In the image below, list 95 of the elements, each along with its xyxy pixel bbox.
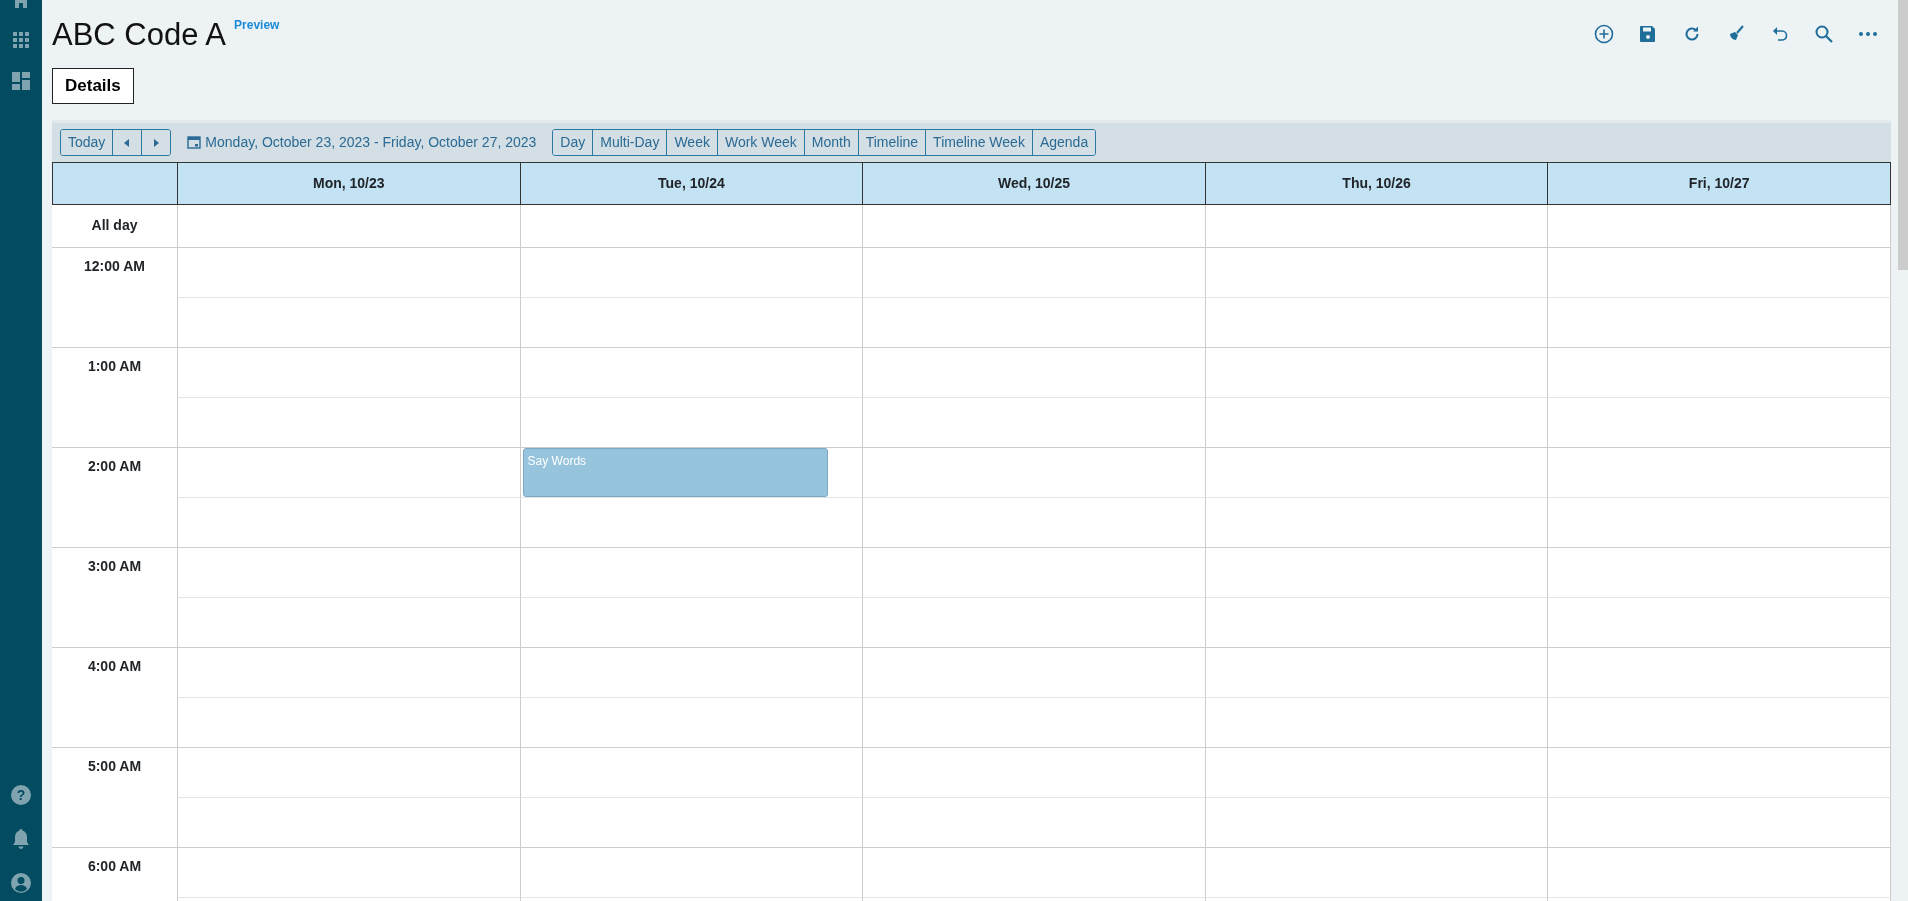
time-slot[interactable]	[520, 697, 864, 748]
time-slot[interactable]	[863, 847, 1206, 898]
time-slot[interactable]	[1205, 647, 1549, 698]
user-avatar-icon[interactable]	[11, 873, 31, 893]
time-slot[interactable]	[1205, 547, 1549, 598]
time-slot[interactable]	[178, 547, 521, 598]
time-slot[interactable]	[1548, 297, 1891, 348]
time-slot[interactable]	[178, 697, 521, 748]
time-slot[interactable]	[178, 497, 521, 548]
time-slot[interactable]	[178, 447, 521, 498]
time-slot[interactable]	[520, 747, 864, 798]
day-header: Fri, 10/27	[1548, 161, 1891, 205]
time-slot[interactable]	[1205, 397, 1549, 448]
help-icon[interactable]: ?	[11, 785, 31, 805]
time-slot[interactable]	[1205, 497, 1549, 548]
time-slot[interactable]	[520, 847, 864, 898]
time-slot[interactable]	[520, 547, 864, 598]
time-label: 4:00 AM	[52, 647, 178, 748]
scrollbar[interactable]	[1898, 0, 1908, 270]
time-slot[interactable]	[863, 447, 1206, 498]
time-label: 2:00 AM	[52, 447, 178, 548]
time-slot[interactable]	[178, 797, 521, 848]
time-slot[interactable]	[1548, 647, 1891, 698]
time-slot[interactable]	[520, 597, 864, 648]
day-header: Wed, 10/25	[863, 161, 1206, 205]
search-icon[interactable]	[1814, 24, 1834, 44]
time-slot[interactable]	[1548, 797, 1891, 848]
day-header: Tue, 10/24	[520, 161, 864, 205]
time-slot[interactable]	[1548, 397, 1891, 448]
time-slot[interactable]	[178, 397, 521, 448]
time-slot[interactable]	[520, 647, 864, 698]
time-slot[interactable]	[178, 297, 521, 348]
details-tab[interactable]: Details	[52, 68, 134, 104]
view-button[interactable]: Day	[553, 129, 594, 155]
all-day-slot[interactable]	[178, 204, 521, 248]
add-icon[interactable]	[1594, 24, 1614, 44]
time-slot[interactable]	[1205, 797, 1549, 848]
time-slot[interactable]	[1548, 447, 1891, 498]
time-slot[interactable]	[863, 697, 1206, 748]
day-header: Mon, 10/23	[178, 161, 521, 205]
apps-grid-icon[interactable]	[13, 32, 29, 48]
time-slot[interactable]	[863, 497, 1206, 548]
time-slot[interactable]	[863, 347, 1206, 398]
time-label: 1:00 AM	[52, 347, 178, 448]
time-slot[interactable]	[1205, 597, 1549, 648]
time-slot[interactable]	[178, 647, 521, 698]
time-slot[interactable]	[1548, 497, 1891, 548]
time-slot[interactable]	[1548, 547, 1891, 598]
time-slot[interactable]	[863, 297, 1206, 348]
today-button[interactable]: Today	[61, 129, 114, 155]
time-slot[interactable]	[1548, 697, 1891, 748]
save-icon[interactable]	[1638, 24, 1658, 44]
caret-right-icon	[152, 138, 161, 147]
time-slot[interactable]	[863, 747, 1206, 798]
time-slot[interactable]	[1205, 747, 1549, 798]
time-slot[interactable]	[1205, 847, 1549, 898]
time-label: 6:00 AM	[52, 847, 178, 901]
time-slot[interactable]	[178, 597, 521, 648]
all-day-slot[interactable]	[1548, 204, 1891, 248]
all-day-slot[interactable]	[1205, 204, 1549, 248]
time-label: 3:00 AM	[52, 547, 178, 648]
time-slot[interactable]	[520, 297, 864, 348]
caret-left-icon	[123, 138, 132, 147]
time-slot[interactable]	[1548, 347, 1891, 398]
date-range-label[interactable]: Monday, October 23, 2023 - Friday, October 27, 2023	[205, 131, 537, 153]
time-slot[interactable]	[1548, 747, 1891, 798]
time-label: 5:00 AM	[52, 747, 178, 848]
time-slot[interactable]	[863, 597, 1206, 648]
time-slot[interactable]	[520, 497, 864, 548]
time-label: 12:00 AM	[52, 247, 178, 348]
time-slot[interactable]	[1205, 447, 1549, 498]
calendar-icon	[187, 135, 202, 150]
all-day-label: All day	[52, 204, 178, 248]
time-slot[interactable]	[520, 347, 864, 398]
day-header: Thu, 10/26	[1205, 161, 1549, 205]
time-slot[interactable]	[1205, 347, 1549, 398]
time-slot[interactable]	[178, 747, 521, 798]
time-slot[interactable]	[520, 397, 864, 448]
dashboard-icon[interactable]	[12, 72, 30, 90]
time-slot[interactable]	[863, 647, 1206, 698]
bell-icon[interactable]	[12, 829, 30, 849]
time-slot[interactable]	[520, 797, 864, 848]
time-slot[interactable]	[1548, 597, 1891, 648]
time-slot[interactable]	[1205, 297, 1549, 348]
time-slot[interactable]	[863, 797, 1206, 848]
time-slot[interactable]	[178, 347, 521, 398]
all-day-slot[interactable]	[863, 204, 1206, 248]
page-title: ABC Code A	[52, 18, 227, 53]
all-day-slot[interactable]	[520, 204, 864, 248]
time-slot[interactable]	[863, 397, 1206, 448]
time-slot[interactable]	[1205, 697, 1549, 748]
preview-label: Preview	[234, 17, 280, 34]
time-slot[interactable]	[1548, 847, 1891, 898]
time-slot[interactable]	[178, 847, 521, 898]
time-slot[interactable]	[863, 547, 1206, 598]
